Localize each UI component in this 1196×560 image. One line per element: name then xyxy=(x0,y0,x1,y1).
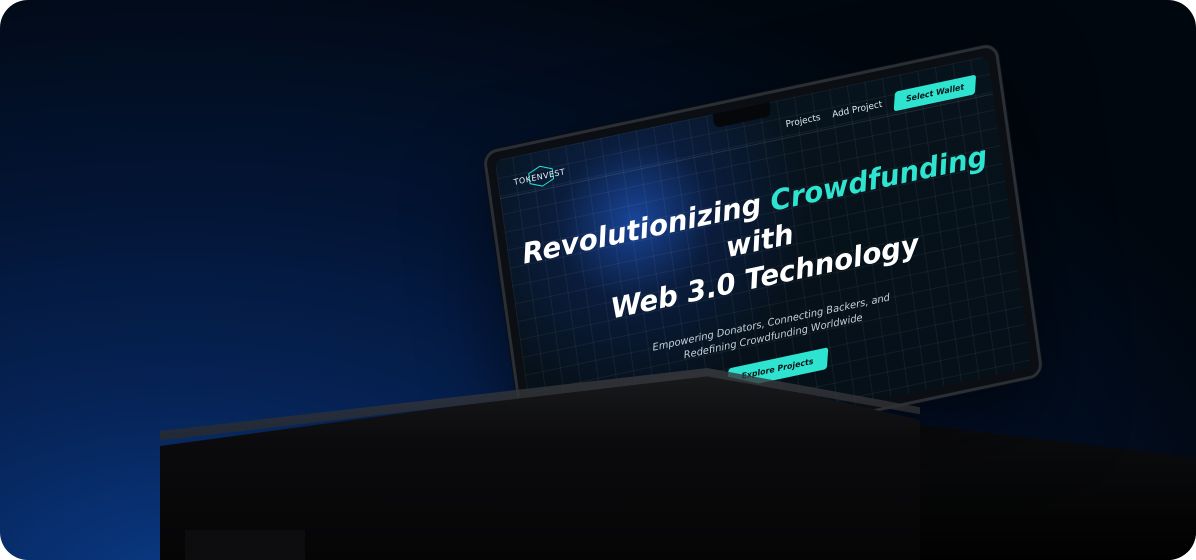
pedestal-left xyxy=(185,530,305,560)
photo-background: TOKENVEST Projects Add Project Select Wa… xyxy=(0,0,1196,560)
nav-link-projects[interactable]: Projects xyxy=(785,112,821,129)
